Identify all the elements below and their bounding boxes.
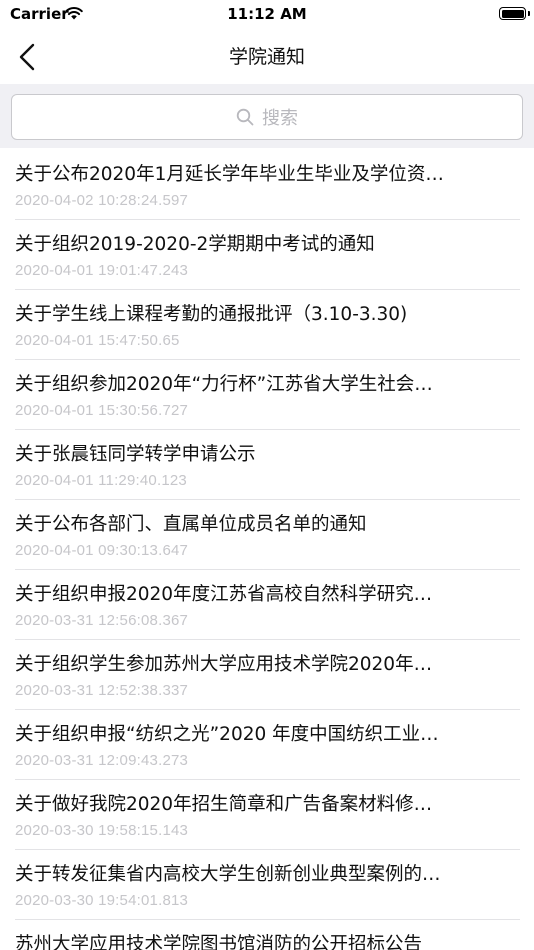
notice-list: 关于公布2020年1月延长学年毕业生毕业及学位资… 2020-04-02 10:2… [0,150,534,950]
notice-date: 2020-04-01 15:30:56.727 [15,402,189,419]
notice-date: 2020-04-01 09:30:13.647 [15,542,189,559]
notice-title: 关于组织学生参加苏州大学应用技术学院2020年… [15,654,433,675]
notice-title: 关于公布2020年1月延长学年毕业生毕业及学位资… [15,164,444,185]
notice-date: 2020-03-30 19:54:01.813 [15,892,189,909]
notice-title: 关于组织申报“纺织之光”2020 年度中国纺织工业… [15,724,439,745]
page-title: 学院通知 [228,46,305,68]
notice-date: 2020-03-31 12:09:43.273 [15,752,189,769]
battery-nub [528,11,530,16]
notice-title: 关于组织2019-2020-2学期期中考试的通知 [15,234,375,255]
notice-date: 2020-03-30 19:58:15.143 [15,822,189,839]
search-area: 搜索 [0,84,534,148]
list-item[interactable]: 关于公布各部门、直属单位成员名单的通知 2020-04-01 09:30:13.6… [0,500,534,570]
search-input[interactable]: 搜索 [11,94,523,140]
notice-title: 关于组织申报2020年度江苏省高校自然科学研究… [15,584,433,605]
notice-title: 关于公布各部门、直属单位成员名单的通知 [15,514,367,535]
notice-title: 关于组织参加2020年“力行杯”江苏省大学生社会… [15,374,433,395]
status-time: 11:12 AM [227,5,307,23]
search-placeholder: 搜索 [262,108,298,129]
list-item[interactable]: 关于组织2019-2020-2学期期中考试的通知 2020-04-01 19:01… [0,220,534,290]
notice-title: 苏州大学应用技术学院图书馆消防的公开招标公告 [15,934,423,950]
battery-icon [499,7,526,20]
notice-date: 2020-03-31 12:56:08.367 [15,612,189,629]
list-item[interactable]: 关于公布2020年1月延长学年毕业生毕业及学位资… 2020-04-02 10:2… [0,150,534,220]
list-item[interactable]: 关于组织参加2020年“力行杯”江苏省大学生社会… 2020-04-01 15:3… [0,360,534,430]
notice-date: 2020-04-01 19:01:47.243 [15,262,189,279]
back-button[interactable] [12,40,46,74]
navigation-bar: 学院通知 [0,30,534,84]
list-item[interactable]: 关于组织学生参加苏州大学应用技术学院2020年… 2020-03-31 12:52… [0,640,534,710]
notice-date: 2020-04-01 15:47:50.65 [15,332,180,349]
notice-date: 2020-04-01 11:29:40.123 [15,472,187,489]
notice-title: 关于张晨钰同学转学申请公示 [15,444,256,465]
list-item[interactable]: 关于组织申报2020年度江苏省高校自然科学研究… 2020-03-31 12:56… [0,570,534,640]
list-item[interactable]: 关于组织申报“纺织之光”2020 年度中国纺织工业… 2020-03-31 12:… [0,710,534,780]
chevron-left-icon [19,43,35,71]
list-item[interactable]: 苏州大学应用技术学院图书馆消防的公开招标公告 [0,920,534,950]
list-item[interactable]: 关于学生线上课程考勤的通报批评（3.10-3.30) 2020-04-01 15:… [0,290,534,360]
notice-date: 2020-03-31 12:52:38.337 [15,682,189,699]
list-item[interactable]: 关于做好我院2020年招生简章和广告备案材料修… 2020-03-30 19:58… [0,780,534,850]
status-bar: Carrier 11:12 AM [0,0,534,30]
list-item[interactable]: 关于张晨钰同学转学申请公示 2020-04-01 11:29:40.123 [0,430,534,500]
notice-title: 关于做好我院2020年招生简章和广告备案材料修… [15,794,433,815]
notice-title: 关于学生线上课程考勤的通报批评（3.10-3.30) [15,304,408,325]
search-icon [236,108,254,126]
notice-date: 2020-04-02 10:28:24.597 [15,192,189,209]
list-item[interactable]: 关于转发征集省内高校大学生创新创业典型案例的… 2020-03-30 19:54:… [0,850,534,920]
notice-title: 关于转发征集省内高校大学生创新创业典型案例的… [15,864,441,885]
